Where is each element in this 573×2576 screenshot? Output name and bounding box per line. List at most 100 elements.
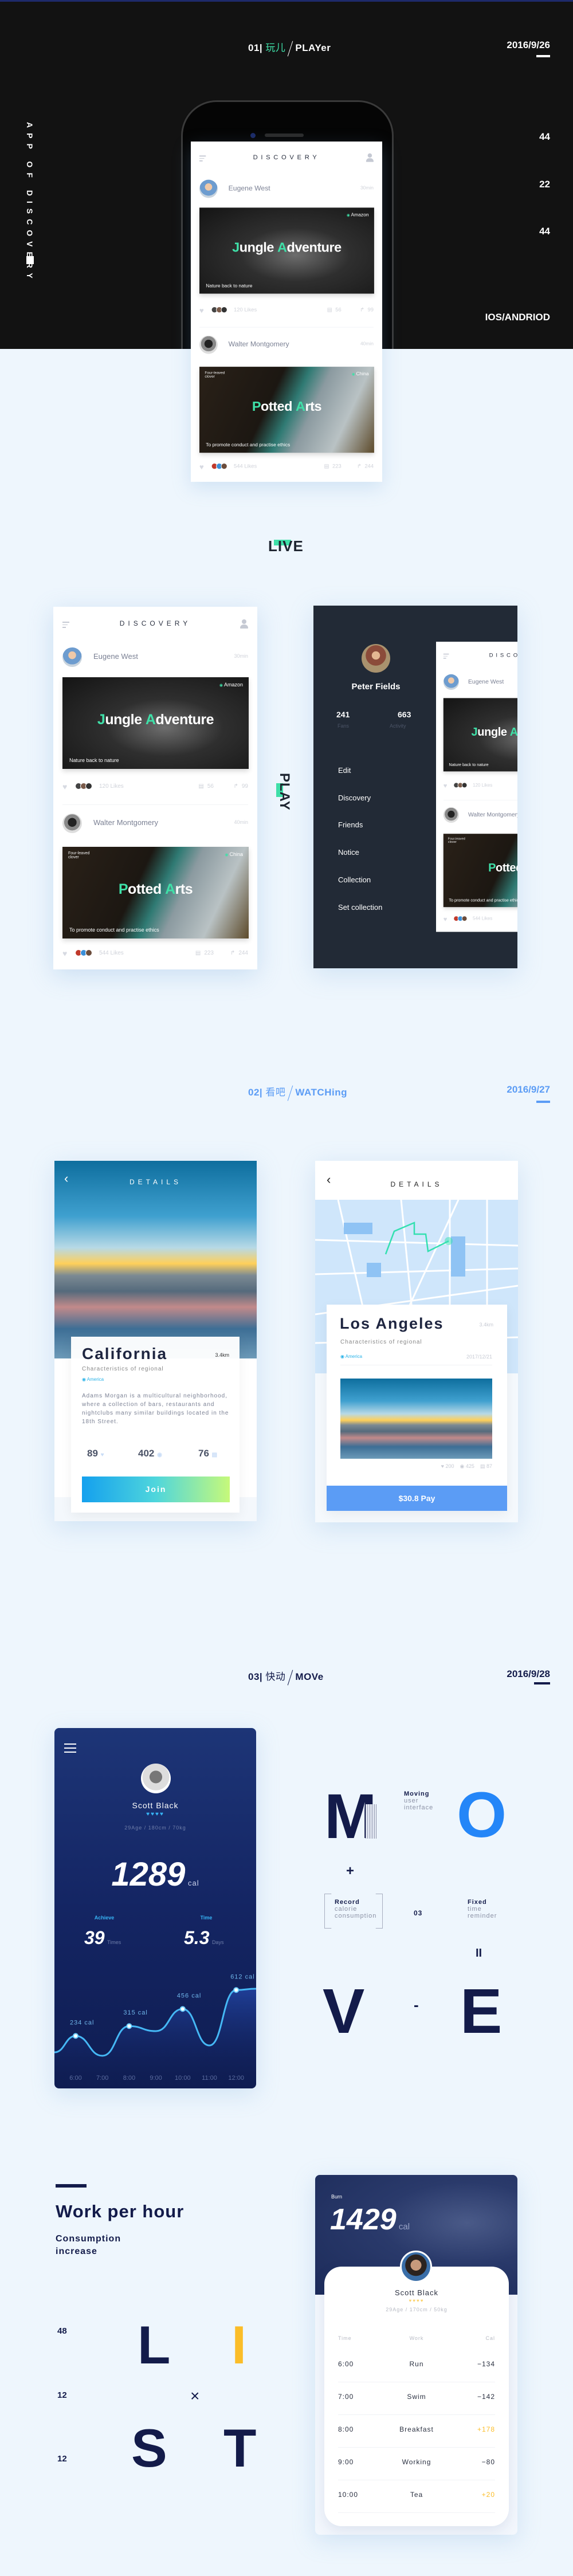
- post-image[interactable]: Amazon Jungle Adventure Nature back to n…: [62, 677, 249, 769]
- likes-count: 544 Likes: [99, 950, 124, 956]
- post-stats: ♥ 120 Likes ▤56 ↱99: [199, 305, 374, 315]
- liker-avatars: [453, 916, 468, 922]
- table-row[interactable]: 9:00 Working −80: [338, 2448, 495, 2480]
- share-icon[interactable]: ↱: [233, 783, 238, 790]
- post-image[interactable]: Four-leaved clover China Potted Arts To …: [443, 834, 517, 908]
- author-name[interactable]: Eugene West: [229, 184, 270, 192]
- avatar[interactable]: [362, 644, 390, 673]
- avatar[interactable]: [62, 814, 82, 833]
- post-header[interactable]: Eugene West 30min: [443, 674, 517, 690]
- comment-icon[interactable]: ▤: [195, 950, 201, 956]
- location-label: China: [225, 851, 243, 857]
- fans-count: 241: [336, 710, 350, 719]
- share-icon[interactable]: ↱: [357, 464, 362, 469]
- section-heading: 01| 玩儿 PLAYer: [248, 40, 331, 57]
- table-row[interactable]: 6:00 Run −134: [338, 2350, 495, 2382]
- comment-icon[interactable]: ▤: [327, 307, 332, 313]
- post-header[interactable]: Walter Montgomery 40min: [443, 807, 517, 823]
- place-subtitle: Characteristics of regional: [82, 1366, 164, 1372]
- menu-item-set-collection[interactable]: Set collection: [338, 903, 382, 912]
- row-work: Working: [402, 2458, 431, 2466]
- author-name[interactable]: Eugene West: [93, 652, 138, 661]
- route-line: [384, 1222, 449, 1255]
- column-work: Work: [409, 2335, 424, 2341]
- square-mark: [26, 256, 34, 264]
- moving-caption: Moving user interface: [404, 1790, 434, 1811]
- comment-icon[interactable]: ▤: [324, 464, 329, 469]
- post-stats: ♥ 544 Likes ▤223 ↱244: [62, 948, 248, 959]
- destination-marker: [445, 1237, 453, 1245]
- author-name[interactable]: Eugene West: [468, 678, 504, 685]
- stat-number: 44: [539, 131, 550, 142]
- list-number: 12: [57, 2390, 67, 2400]
- heart-icon: ♥: [100, 1452, 104, 1458]
- liker-avatars: [211, 463, 227, 471]
- menu-item-collection[interactable]: Collection: [338, 875, 371, 884]
- heart-icon[interactable]: ♥: [199, 462, 204, 471]
- share-icon[interactable]: ↱: [360, 307, 364, 313]
- post-image[interactable]: Amazon Jungle Adventure Nature back to n…: [443, 698, 517, 772]
- avatar[interactable]: [400, 2251, 432, 2283]
- post-stats: ♥ 120 Likes ▤56 ↱99: [444, 782, 517, 790]
- avatar[interactable]: [443, 807, 459, 823]
- discovery-screen: DISCOVERY Eugene West 30min Amazon Jungl…: [436, 642, 517, 932]
- section-date: 2016/9/28: [507, 1668, 550, 1679]
- post-image[interactable]: Four-leaved clover China Potted Arts To …: [199, 367, 374, 453]
- heart-icon[interactable]: ♥: [444, 916, 448, 923]
- menu-item-edit[interactable]: Edit: [338, 766, 351, 775]
- author-name[interactable]: Walter Montgomery: [468, 811, 517, 818]
- post-stats: ♥ 544 Likes ▤223 ↱244: [444, 915, 517, 923]
- location-label: Amazon: [347, 212, 369, 217]
- menu-item-friends[interactable]: Friends: [338, 820, 363, 829]
- post-image[interactable]: Amazon Jungle Adventure Nature back to n…: [199, 207, 374, 294]
- post-header[interactable]: Walter Montgomery 40min: [199, 335, 374, 354]
- post-caption: To promote conduct and practise ethics: [449, 898, 517, 903]
- heart-icon[interactable]: ♥: [444, 782, 448, 790]
- join-button[interactable]: Join: [82, 1477, 230, 1502]
- post-image[interactable]: Four-leaved clover China Potted Arts To …: [62, 847, 249, 938]
- avatar[interactable]: [199, 335, 218, 354]
- date-underline: [534, 1682, 550, 1684]
- location-label: China: [352, 371, 368, 376]
- post-caption: Nature back to nature: [449, 762, 489, 767]
- section-date: 2016/9/27: [507, 1084, 550, 1095]
- heart-icon[interactable]: ♥: [199, 306, 204, 315]
- pay-button[interactable]: $30.8 Pay: [327, 1486, 507, 1511]
- list-subtitle: Consumption increase: [56, 2234, 121, 2256]
- share-icon[interactable]: ↱: [230, 950, 235, 956]
- row-work: Run: [409, 2360, 424, 2368]
- heart-icon[interactable]: ♥: [62, 949, 67, 958]
- activity-label: Activity: [390, 723, 406, 729]
- post-header[interactable]: Eugene West 30min: [199, 179, 374, 198]
- avatar[interactable]: [199, 179, 218, 198]
- post-header[interactable]: Eugene West 30min: [62, 647, 248, 667]
- avatar[interactable]: [62, 647, 82, 667]
- letter-s: S: [131, 2418, 167, 2478]
- table-row[interactable]: 8:00 Breakfast +178: [338, 2415, 495, 2448]
- menu-item-notice[interactable]: Notice: [338, 848, 359, 857]
- comment-icon[interactable]: ▤: [198, 783, 203, 790]
- menu-item-discovery[interactable]: Discovery: [338, 794, 371, 802]
- author-name[interactable]: Walter Montgomery: [229, 340, 289, 348]
- place-title: California: [82, 1345, 168, 1362]
- comment-count: 223: [204, 950, 214, 956]
- screen-title: DISCOVERY: [253, 153, 320, 161]
- table-row[interactable]: 7:00 Swim −142: [338, 2382, 495, 2415]
- table-row[interactable]: 10:00 Tea +20: [338, 2480, 495, 2513]
- post-title: Potted Arts: [118, 881, 193, 897]
- comment-count: 56: [335, 307, 342, 313]
- avatar[interactable]: [443, 674, 459, 690]
- post-header[interactable]: Walter Montgomery 40min: [62, 814, 248, 833]
- user-icon[interactable]: [366, 153, 374, 162]
- likes-stat: 89 ♥: [87, 1448, 104, 1459]
- burn-detail-panel: Scott Black ♥♥♥♥ 29Age / 170cm / 50kg Ti…: [324, 2251, 509, 2526]
- discovery-preview[interactable]: DISCOVERY Eugene West 30min Amazon Jungl…: [436, 642, 517, 932]
- divider: [62, 804, 248, 805]
- column-cal: Cal: [485, 2335, 495, 2341]
- record-caption: Record calorie consumption: [335, 1899, 377, 1919]
- city-photo[interactable]: [340, 1379, 492, 1459]
- heart-icon[interactable]: ♥: [62, 782, 67, 791]
- user-icon[interactable]: [240, 619, 248, 629]
- author-name[interactable]: Walter Montgomery: [93, 818, 158, 827]
- profile-info: 29Age / 170cm / 50kg: [386, 2307, 448, 2312]
